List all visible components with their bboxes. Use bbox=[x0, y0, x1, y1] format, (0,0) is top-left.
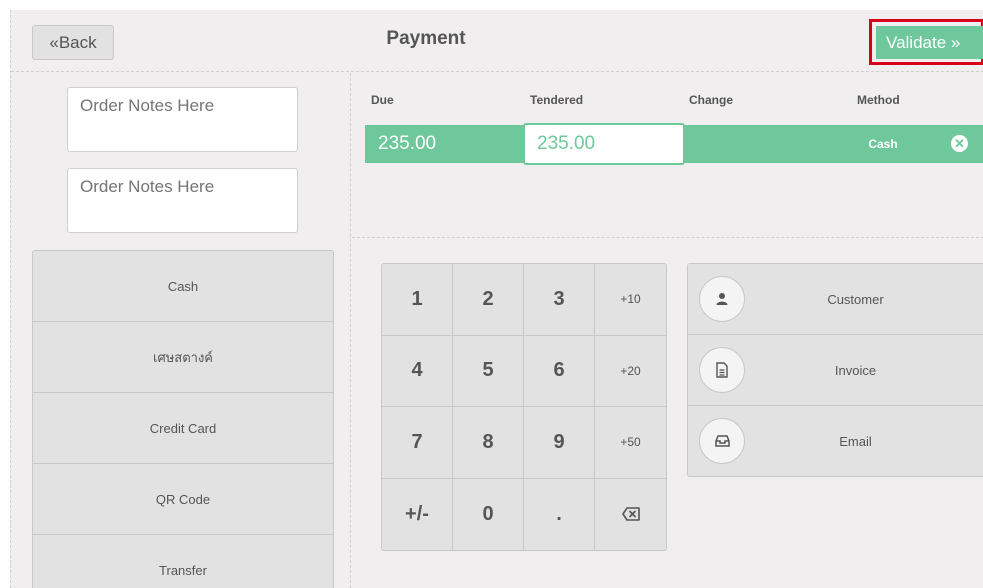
numpad-key-plus-20[interactable]: +20 bbox=[595, 335, 666, 407]
numpad-key-plus-10[interactable]: +10 bbox=[595, 264, 666, 336]
page-title: Payment bbox=[386, 28, 466, 49]
numpad-key-plus-minus[interactable]: +/- bbox=[382, 478, 453, 550]
payment-method-small-change[interactable]: เศษสตางค์ bbox=[32, 321, 334, 393]
column-header-due: Due bbox=[371, 93, 394, 107]
email-button[interactable]: Email bbox=[688, 406, 983, 476]
invoice-label: Invoice bbox=[834, 363, 877, 378]
customer-button[interactable]: Customer bbox=[688, 264, 983, 335]
payment-method-cash[interactable]: Cash bbox=[32, 250, 334, 322]
numpad: 1 2 3 +10 4 5 6 +20 7 8 9 +50 +/- 0 . bbox=[381, 263, 667, 551]
numpad-key-5[interactable]: 5 bbox=[453, 335, 524, 407]
payment-method-list: Cash เศษสตางค์ Credit Card QR Code Trans… bbox=[32, 250, 334, 588]
payment-line-due: 235.00 bbox=[378, 133, 437, 154]
column-header-tendered: Tendered bbox=[530, 93, 584, 107]
tendered-amount-input[interactable]: 235.00 bbox=[523, 123, 685, 165]
numpad-key-2[interactable]: 2 bbox=[453, 264, 524, 336]
numpad-key-7[interactable]: 7 bbox=[382, 407, 453, 479]
validate-button[interactable]: Validate » bbox=[876, 26, 983, 59]
numpad-key-9[interactable]: 9 bbox=[524, 407, 595, 479]
payment-screen: «Back Payment Validate » Cash เศษสตางค์ … bbox=[10, 10, 983, 588]
action-buttons: Customer Invoice Email bbox=[687, 263, 983, 477]
order-notes-input-1[interactable] bbox=[67, 87, 298, 152]
divider bbox=[352, 237, 983, 238]
column-header-method: Method bbox=[857, 93, 900, 107]
order-notes-input-2[interactable] bbox=[67, 168, 298, 233]
inbox-icon bbox=[699, 418, 745, 464]
left-pane: Cash เศษสตางค์ Credit Card QR Code Trans… bbox=[11, 73, 351, 588]
email-label: Email bbox=[839, 434, 872, 449]
numpad-key-8[interactable]: 8 bbox=[453, 407, 524, 479]
numpad-key-6[interactable]: 6 bbox=[524, 335, 595, 407]
numpad-key-0[interactable]: 0 bbox=[453, 478, 524, 550]
column-header-change: Change bbox=[689, 93, 734, 107]
payment-line[interactable]: 235.00 235.00 Cash ✕ bbox=[365, 123, 983, 165]
customer-label: Customer bbox=[827, 292, 884, 307]
document-icon bbox=[699, 347, 745, 393]
payment-line-method: Cash bbox=[868, 137, 898, 151]
delete-line-icon[interactable]: ✕ bbox=[951, 135, 968, 152]
payment-method-qr-code[interactable]: QR Code bbox=[32, 463, 334, 535]
right-pane: Due Tendered Change Method 235.00 235.00… bbox=[352, 73, 983, 588]
numpad-key-1[interactable]: 1 bbox=[382, 264, 453, 336]
numpad-key-dot[interactable]: . bbox=[524, 478, 595, 550]
back-button[interactable]: «Back bbox=[32, 25, 114, 60]
payment-method-credit-card[interactable]: Credit Card bbox=[32, 392, 334, 464]
numpad-key-plus-50[interactable]: +50 bbox=[595, 407, 666, 479]
top-bar: «Back Payment Validate » bbox=[11, 10, 983, 72]
invoice-button[interactable]: Invoice bbox=[688, 335, 983, 406]
numpad-key-3[interactable]: 3 bbox=[524, 264, 595, 336]
backspace-icon[interactable] bbox=[595, 478, 666, 550]
payment-method-transfer[interactable]: Transfer bbox=[32, 534, 334, 588]
numpad-key-4[interactable]: 4 bbox=[382, 335, 453, 407]
user-icon bbox=[699, 276, 745, 322]
